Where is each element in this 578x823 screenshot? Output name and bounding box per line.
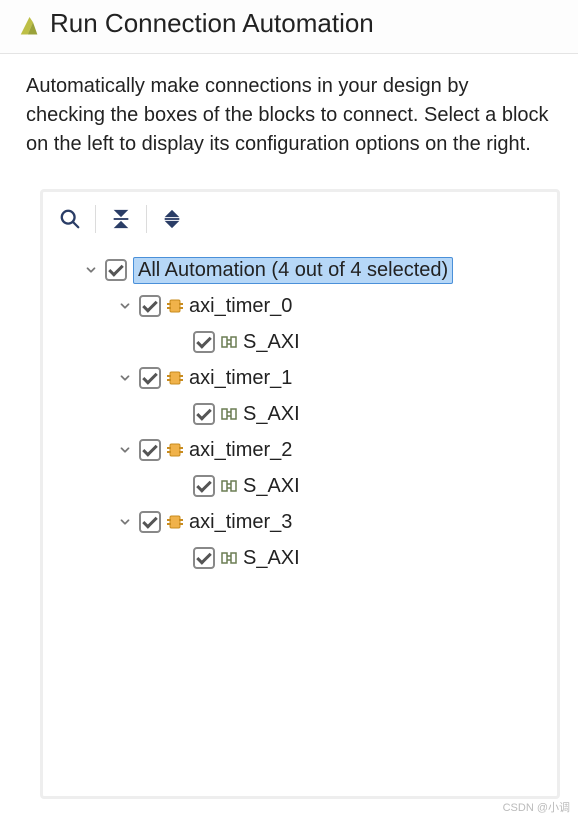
node-label[interactable]: axi_timer_0 — [189, 295, 292, 318]
watermark: CSDN @小调 — [503, 799, 570, 815]
node-checkbox[interactable] — [139, 511, 161, 533]
interface-checkbox[interactable] — [193, 547, 215, 569]
automation-tree: All Automation (4 out of 4 selected) axi_… — [43, 244, 557, 796]
chevron-down-icon[interactable] — [115, 296, 135, 316]
root-label[interactable]: All Automation (4 out of 4 selected) — [133, 257, 453, 284]
search-button[interactable] — [53, 202, 87, 236]
tree-interface[interactable]: S_AXI — [51, 540, 549, 576]
toolbar — [43, 192, 557, 244]
tree-root[interactable]: All Automation (4 out of 4 selected) — [51, 252, 549, 288]
chevron-down-icon[interactable] — [81, 260, 101, 280]
ip-block-icon — [167, 369, 185, 387]
tree-interface[interactable]: S_AXI — [51, 324, 549, 360]
expand-all-button[interactable] — [155, 202, 189, 236]
titlebar: Run Connection Automation — [0, 0, 578, 54]
ip-block-icon — [167, 513, 185, 531]
app-icon — [12, 10, 40, 38]
search-icon — [59, 208, 81, 230]
root-checkbox[interactable] — [105, 259, 127, 281]
interface-label[interactable]: S_AXI — [243, 475, 300, 498]
interface-checkbox[interactable] — [193, 475, 215, 497]
interface-label[interactable]: S_AXI — [243, 547, 300, 570]
chevron-down-icon[interactable] — [115, 512, 135, 532]
tree-panel: All Automation (4 out of 4 selected) axi_… — [40, 189, 560, 799]
interface-label[interactable]: S_AXI — [243, 403, 300, 426]
interface-icon — [221, 405, 239, 423]
toolbar-sep — [146, 205, 147, 233]
collapse-all-icon — [110, 208, 132, 230]
tree-node[interactable]: axi_timer_1 — [51, 360, 549, 396]
node-checkbox[interactable] — [139, 439, 161, 461]
collapse-all-button[interactable] — [104, 202, 138, 236]
interface-checkbox[interactable] — [193, 331, 215, 353]
chevron-down-icon[interactable] — [115, 368, 135, 388]
node-checkbox[interactable] — [139, 367, 161, 389]
tree-interface[interactable]: S_AXI — [51, 468, 549, 504]
node-label[interactable]: axi_timer_3 — [189, 511, 292, 534]
node-checkbox[interactable] — [139, 295, 161, 317]
node-label[interactable]: axi_timer_2 — [189, 439, 292, 462]
interface-icon — [221, 549, 239, 567]
expand-all-icon — [161, 208, 183, 230]
ip-block-icon — [167, 297, 185, 315]
tree-node[interactable]: axi_timer_3 — [51, 504, 549, 540]
description-text: Automatically make connections in your d… — [0, 54, 578, 159]
tree-node[interactable]: axi_timer_0 — [51, 288, 549, 324]
toolbar-sep — [95, 205, 96, 233]
interface-icon — [221, 477, 239, 495]
tree-node[interactable]: axi_timer_2 — [51, 432, 549, 468]
interface-icon — [221, 333, 239, 351]
interface-checkbox[interactable] — [193, 403, 215, 425]
node-label[interactable]: axi_timer_1 — [189, 367, 292, 390]
tree-interface[interactable]: S_AXI — [51, 396, 549, 432]
page-title: Run Connection Automation — [50, 8, 374, 39]
ip-block-icon — [167, 441, 185, 459]
chevron-down-icon[interactable] — [115, 440, 135, 460]
interface-label[interactable]: S_AXI — [243, 331, 300, 354]
